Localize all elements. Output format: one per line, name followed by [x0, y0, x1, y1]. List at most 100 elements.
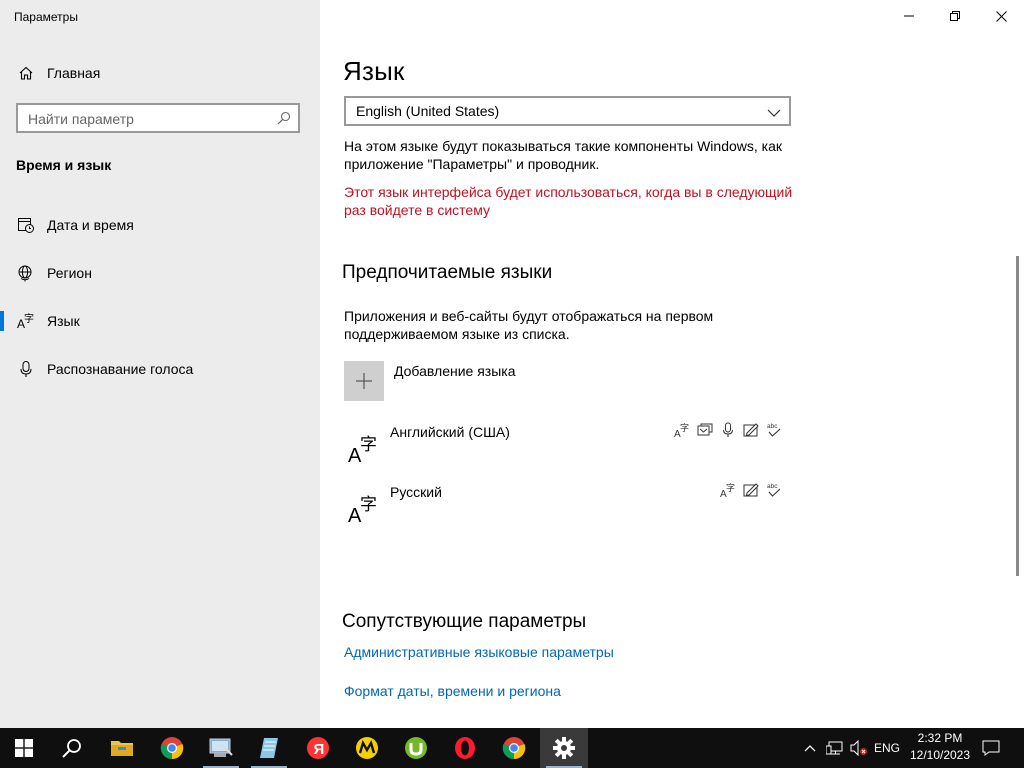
date-time-icon [16, 215, 36, 235]
restart-warning: Этот язык интерфейса будет использоватьс… [344, 183, 792, 219]
svg-text:字: 字 [680, 422, 689, 434]
svg-text:字: 字 [24, 312, 34, 325]
home-icon [16, 63, 36, 83]
sidebar-item-language[interactable]: A字 Язык [0, 301, 320, 341]
control-panel-icon [209, 738, 233, 757]
sidebar-item-region[interactable]: Регион [0, 253, 320, 293]
sidebar-item-date-time[interactable]: Дата и время [0, 205, 320, 245]
desc-line-1: Приложения и веб-сайты будут отображатьс… [344, 308, 714, 324]
input-language-indicator[interactable]: ENG [872, 728, 902, 768]
sidebar: Параметры Главная Время и язык Дата и вр… [0, 0, 320, 728]
sidebar-item-label: Язык [47, 313, 80, 329]
action-center-button[interactable] [978, 728, 1004, 768]
close-button[interactable] [978, 0, 1024, 32]
search-box[interactable] [16, 103, 300, 133]
windows-logo-icon [15, 739, 33, 757]
minimize-icon [904, 15, 914, 17]
note-line-1: На этом языке будут показываться такие к… [344, 138, 783, 154]
taskbar-control-panel[interactable] [197, 728, 245, 768]
display-language-feature-icon: A字 [674, 422, 690, 440]
taskbar-chrome[interactable] [148, 728, 196, 768]
sidebar-item-label: Регион [47, 265, 92, 281]
clock[interactable]: 2:32 PM 12/10/2023 [904, 730, 976, 764]
yellow-app-icon [356, 737, 378, 759]
taskbar-utorrent[interactable] [392, 728, 440, 768]
taskbar-notepad[interactable] [245, 728, 293, 768]
section-title: Время и язык [16, 157, 112, 173]
svg-text:字: 字 [726, 482, 735, 494]
note-line-2: приложение "Параметры" и проводник. [344, 156, 600, 172]
search-input[interactable] [18, 105, 280, 133]
page-title: Язык [343, 56, 405, 86]
search-icon[interactable] [276, 110, 292, 126]
sidebar-item-home[interactable]: Главная [0, 53, 320, 93]
related-settings-heading: Сопутствующие параметры [342, 611, 587, 632]
chrome-icon [160, 737, 184, 760]
language-name: Английский (США) [390, 424, 510, 440]
language-item-english[interactable]: A字 Английский (США) A字 abc [344, 422, 791, 472]
add-language-label: Добавление языка [394, 363, 516, 379]
gear-icon [553, 737, 575, 759]
scrollbar[interactable] [1016, 256, 1019, 576]
show-hidden-icons-button[interactable] [800, 728, 820, 768]
preferred-languages-desc: Приложения и веб-сайты будут отображатьс… [344, 307, 713, 343]
network-tray-button[interactable] [824, 728, 846, 768]
clock-date: 12/10/2023 [909, 748, 971, 762]
spell-check-feature-icon: abc [766, 482, 782, 498]
svg-text:字: 字 [360, 495, 377, 515]
sidebar-item-label: Дата и время [47, 217, 134, 233]
volume-tray-button[interactable] [848, 728, 870, 768]
handwriting-feature-icon [743, 482, 759, 498]
text-to-speech-feature-icon [697, 422, 713, 438]
search-icon [62, 739, 81, 758]
sidebar-item-label: Главная [47, 65, 101, 81]
taskbar-file-explorer[interactable] [98, 728, 146, 768]
sidebar-item-label: Распознавание голоса [47, 361, 194, 377]
display-language-dropdown[interactable]: English (United States) [344, 96, 791, 126]
folder-icon [111, 741, 133, 756]
spell-check-feature-icon: abc [766, 422, 782, 438]
globe-icon [16, 263, 36, 283]
language-item-russian[interactable]: A字 Русский A字 abc [344, 482, 791, 532]
display-language-feature-icon: A字 [720, 482, 736, 500]
handwriting-feature-icon [743, 422, 759, 438]
window-title: Параметры [14, 10, 78, 24]
taskbar-chrome-2[interactable] [490, 728, 538, 768]
chevron-up-icon [804, 745, 816, 752]
restore-icon [950, 11, 960, 21]
notification-icon [982, 740, 1000, 756]
svg-text:Я: Я [314, 741, 325, 758]
language-icon: A字 [346, 430, 380, 467]
speech-feature-icon [720, 422, 736, 438]
taskbar-search-button[interactable] [48, 728, 96, 768]
utorrent-icon [405, 737, 427, 759]
close-icon [995, 10, 1007, 22]
warning-line-2: раз войдете в систему [344, 202, 491, 218]
date-time-region-format-link[interactable]: Формат даты, времени и региона [344, 683, 561, 699]
taskbar: Я ENG 2:32 PM 12/10/2023 [0, 728, 1024, 768]
volume-muted-icon [850, 740, 867, 756]
start-button[interactable] [0, 728, 48, 768]
clock-time: 2:32 PM [917, 731, 963, 745]
warning-line-1: Этот язык интерфейса будет использоватьс… [344, 184, 793, 200]
yandex-browser-icon: Я [307, 737, 329, 759]
svg-text:abc: abc [767, 483, 778, 490]
sidebar-item-speech[interactable]: Распознавание голоса [0, 349, 320, 389]
taskbar-settings[interactable] [540, 728, 588, 768]
taskbar-opera[interactable] [441, 728, 489, 768]
add-language-button[interactable]: Добавление языка [344, 361, 791, 401]
svg-text:abc: abc [767, 423, 778, 430]
restore-button[interactable] [932, 0, 978, 32]
desc-line-2: поддерживаемом языке из списка. [344, 326, 570, 342]
admin-language-settings-link[interactable]: Административные языковые параметры [344, 644, 614, 660]
display-language-note: На этом языке будут показываться такие к… [344, 137, 782, 173]
taskbar-yellow-app[interactable] [343, 728, 391, 768]
minimize-button[interactable] [886, 0, 932, 32]
notepad-icon [260, 738, 278, 758]
chrome-icon [502, 737, 526, 760]
microphone-icon [16, 359, 36, 379]
preferred-languages-heading: Предпочитаемые языки [342, 262, 553, 283]
svg-text:字: 字 [360, 435, 377, 455]
taskbar-yandex-browser[interactable]: Я [294, 728, 342, 768]
language-icon: A字 [346, 490, 380, 527]
